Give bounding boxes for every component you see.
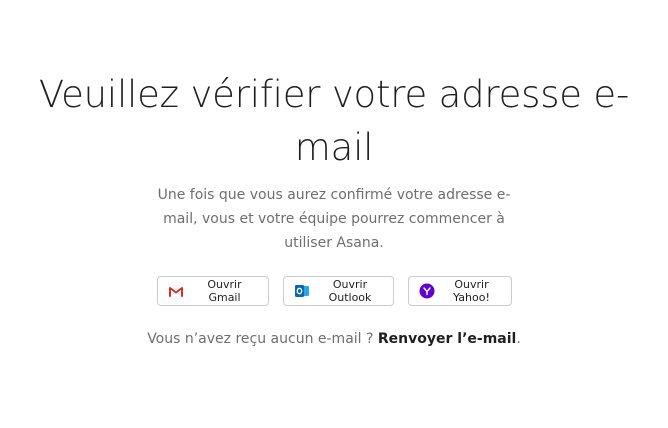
verify-email-page: Veuillez vérifier votre adresse e-mail U…	[0, 0, 668, 428]
open-outlook-label: Ouvrir Outlook	[328, 278, 372, 304]
resend-email-link[interactable]: Renvoyer l’e-mail	[378, 331, 516, 347]
outlook-icon	[294, 283, 310, 299]
yahoo-icon	[419, 283, 435, 299]
page-subtitle: Une fois que vous aurez confirmé votre a…	[157, 187, 511, 251]
resend-email-line: Vous n’avez reçu aucun e-mail ? Renvoyer…	[0, 329, 668, 349]
open-gmail-label: Ouvrir Gmail	[207, 278, 242, 304]
open-yahoo-label: Ouvrir Yahoo!	[453, 278, 490, 304]
resend-prompt: Vous n’avez reçu aucun e-mail ?	[147, 331, 374, 347]
open-outlook-button[interactable]: Ouvrir Outlook	[282, 276, 394, 306]
gmail-icon	[168, 283, 184, 299]
page-title: Veuillez vérifier votre adresse e-mail	[38, 73, 630, 169]
resend-trailing-period: .	[516, 331, 521, 347]
open-yahoo-button[interactable]: Ouvrir Yahoo!	[407, 276, 512, 306]
email-provider-buttons: Ouvrir Gmail Ouvrir Outlook Ouvrir Yahoo…	[0, 276, 668, 306]
open-gmail-button[interactable]: Ouvrir Gmail	[156, 276, 269, 306]
